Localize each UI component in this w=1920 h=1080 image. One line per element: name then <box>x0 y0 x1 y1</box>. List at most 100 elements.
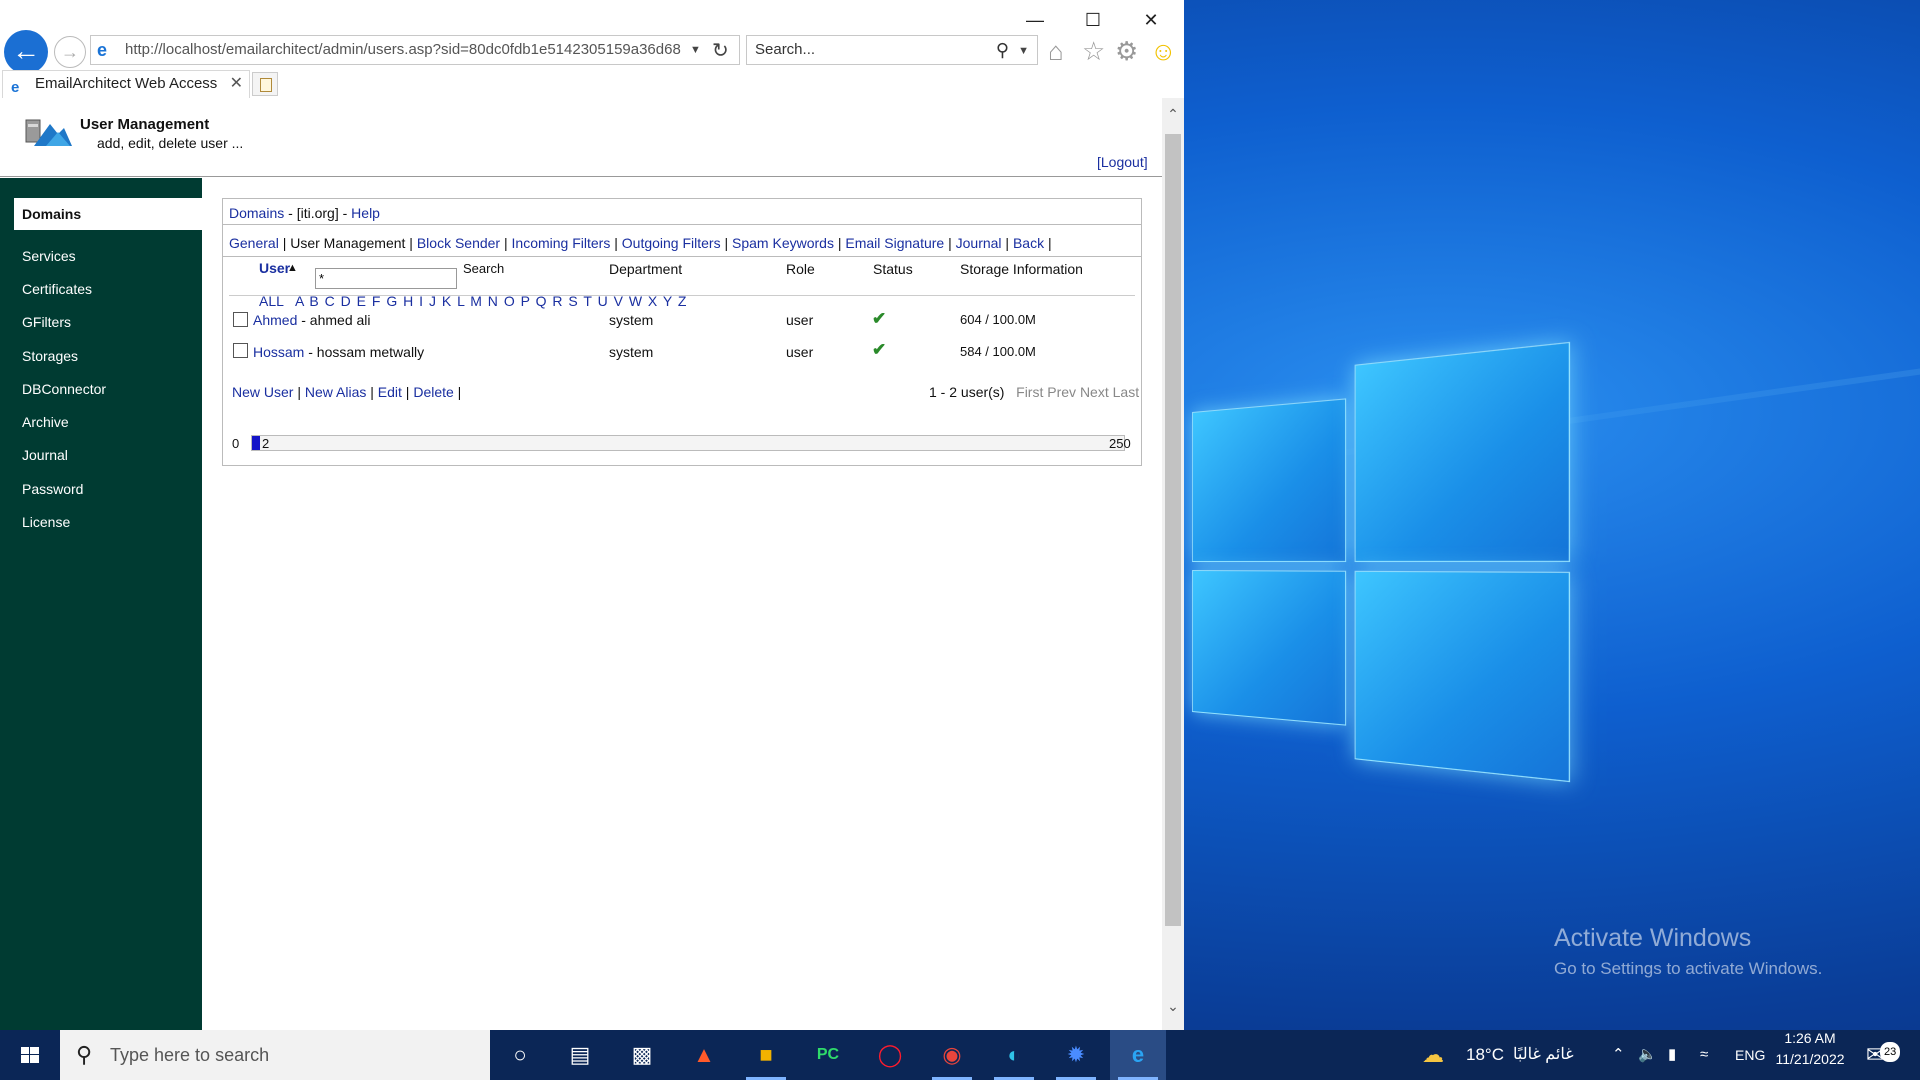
edge-icon[interactable]: ◐ <box>986 1030 1042 1080</box>
search-icon[interactable]: ⚲ <box>996 36 1009 64</box>
brave-browser-icon[interactable]: ▲ <box>676 1030 732 1080</box>
letter-filter-z[interactable]: Z <box>678 293 687 309</box>
nav-journal-link[interactable]: Journal <box>956 235 1002 251</box>
settings-gear-icon[interactable]: ⚙ <box>1115 36 1138 67</box>
nav-block-sender-link[interactable]: Block Sender <box>417 235 500 251</box>
letter-filter-a[interactable]: A <box>295 293 304 309</box>
letter-filter-w[interactable]: W <box>629 293 642 309</box>
browser-tab[interactable]: e EmailArchitect Web Access ✕ <box>2 70 250 98</box>
letter-filter-f[interactable]: F <box>372 293 381 309</box>
nav-general-link[interactable]: General <box>229 235 279 251</box>
internet-explorer-icon[interactable]: e <box>1110 1030 1166 1080</box>
close-window-button[interactable]: ✕ <box>1128 6 1174 34</box>
new-alias-link[interactable]: New Alias <box>305 384 366 400</box>
sidebar-item-gfilters[interactable]: GFilters <box>22 314 71 330</box>
letter-filter-m[interactable]: M <box>470 293 482 309</box>
letter-filter-n[interactable]: N <box>488 293 498 309</box>
browser-search-input[interactable]: Search... ⚲ ▼ <box>746 35 1038 65</box>
sidebar-item-storages[interactable]: Storages <box>22 348 78 364</box>
letter-filter-o[interactable]: O <box>504 293 515 309</box>
page-scrollbar[interactable]: ⌃ ⌄ <box>1162 98 1184 1030</box>
nav-outgoing-filters-link[interactable]: Outgoing Filters <box>622 235 721 251</box>
letter-filter-u[interactable]: U <box>598 293 608 309</box>
feedback-smiley-icon[interactable]: ☺ <box>1150 36 1177 67</box>
weather-icon[interactable]: ☁ <box>1422 1030 1444 1080</box>
prev-page-link[interactable]: Prev <box>1047 384 1076 400</box>
storage-info-link[interactable]: 604 / 100.0M <box>960 312 1036 327</box>
minimize-button[interactable]: — <box>1012 6 1058 34</box>
scroll-thumb[interactable] <box>1165 134 1181 926</box>
letter-filter-t[interactable]: T <box>583 293 591 309</box>
letter-filter-k[interactable]: K <box>442 293 451 309</box>
home-icon[interactable]: ⌂ <box>1048 36 1064 67</box>
letter-filter-all[interactable]: ALL <box>259 293 284 309</box>
chrome-icon[interactable]: ◉ <box>924 1030 980 1080</box>
user-filter-input[interactable]: * <box>315 268 457 289</box>
search-dropdown-icon[interactable]: ▼ <box>1018 37 1029 65</box>
nav-incoming-filters-link[interactable]: Incoming Filters <box>512 235 611 251</box>
close-tab-icon[interactable]: ✕ <box>230 71 243 97</box>
sidebar-item-archive[interactable]: Archive <box>22 414 69 430</box>
address-dropdown-icon[interactable]: ▼ <box>690 44 701 56</box>
letter-filter-j[interactable]: J <box>429 293 436 309</box>
scroll-down-icon[interactable]: ⌄ <box>1165 998 1181 1015</box>
weather-temperature[interactable]: 18°C <box>1466 1030 1504 1080</box>
first-page-link[interactable]: First <box>1016 384 1043 400</box>
cortana-icon[interactable]: ○ <box>492 1030 548 1080</box>
letter-filter-y[interactable]: Y <box>663 293 672 309</box>
letter-filter-d[interactable]: D <box>341 293 351 309</box>
app-icon[interactable]: ■ <box>738 1030 794 1080</box>
letter-filter-r[interactable]: R <box>552 293 562 309</box>
app-icon[interactable]: ✹ <box>1048 1030 1104 1080</box>
search-button[interactable]: Search <box>463 261 504 276</box>
letter-filter-c[interactable]: C <box>325 293 335 309</box>
letter-filter-b[interactable]: B <box>309 293 318 309</box>
new-tab-button[interactable] <box>252 72 278 96</box>
input-language[interactable]: ENG <box>1735 1030 1765 1080</box>
row-select-checkbox[interactable] <box>233 343 248 358</box>
address-bar[interactable]: e http://localhost/emailarchitect/admin/… <box>90 35 740 65</box>
task-view-icon[interactable]: ▤ <box>552 1030 608 1080</box>
scroll-up-icon[interactable]: ⌃ <box>1165 106 1181 123</box>
network-icon[interactable]: ≈ <box>1700 1030 1708 1080</box>
nav-back-link[interactable]: Back <box>1013 235 1044 251</box>
last-page-link[interactable]: Last <box>1113 384 1139 400</box>
opera-icon[interactable]: ◯ <box>862 1030 918 1080</box>
volume-icon[interactable]: 🔈 <box>1638 1030 1657 1080</box>
sidebar-item-journal[interactable]: Journal <box>22 447 68 463</box>
letter-filter-s[interactable]: S <box>568 293 577 309</box>
forward-arrow-icon[interactable]: → <box>54 36 86 68</box>
refresh-icon[interactable]: ↻ <box>712 38 729 63</box>
row-select-checkbox[interactable] <box>233 312 248 327</box>
user-link[interactable]: Hossam <box>253 344 304 360</box>
letter-filter-h[interactable]: H <box>403 293 413 309</box>
new-user-link[interactable]: New User <box>232 384 293 400</box>
help-link[interactable]: Help <box>351 205 380 221</box>
next-page-link[interactable]: Next <box>1080 384 1109 400</box>
letter-filter-q[interactable]: Q <box>536 293 547 309</box>
letter-filter-i[interactable]: I <box>419 293 423 309</box>
letter-filter-l[interactable]: L <box>457 293 464 309</box>
show-hidden-icons-icon[interactable]: ⌃ <box>1612 1030 1625 1080</box>
taskbar-search-input[interactable]: ⚲ Type here to search <box>60 1030 490 1080</box>
pycharm-icon[interactable]: PC <box>800 1030 856 1080</box>
letter-filter-g[interactable]: G <box>386 293 397 309</box>
letter-filter-p[interactable]: P <box>521 293 530 309</box>
sidebar-item-password[interactable]: Password <box>22 481 83 497</box>
battery-icon[interactable]: ▮ <box>1668 1030 1676 1080</box>
nav-spam-keywords-link[interactable]: Spam Keywords <box>732 235 834 251</box>
sidebar-item-services[interactable]: Services <box>22 248 76 264</box>
maximize-button[interactable]: ☐ <box>1070 6 1116 34</box>
letter-filter-x[interactable]: X <box>648 293 657 309</box>
sidebar-item-license[interactable]: License <box>22 514 70 530</box>
edit-link[interactable]: Edit <box>378 384 402 400</box>
letter-filter-v[interactable]: V <box>614 293 623 309</box>
windows-start-icon[interactable] <box>0 1030 60 1080</box>
user-link[interactable]: Ahmed <box>253 312 297 328</box>
sidebar-item-certificates[interactable]: Certificates <box>22 281 92 297</box>
back-arrow-icon[interactable]: ← <box>4 30 48 74</box>
nav-email-signature-link[interactable]: Email Signature <box>845 235 944 251</box>
user-column-sort-link[interactable]: User <box>259 260 290 276</box>
breadcrumb-domains-link[interactable]: Domains <box>229 205 284 221</box>
sidebar-item-domains[interactable]: Domains <box>14 198 202 230</box>
